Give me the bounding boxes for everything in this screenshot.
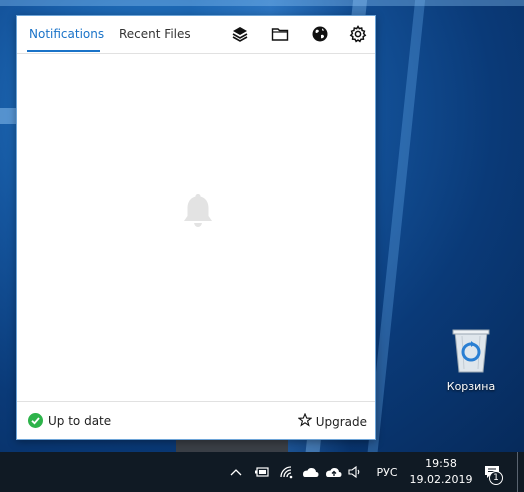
tab-recent-files[interactable]: Recent Files xyxy=(119,27,191,41)
layers-icon[interactable] xyxy=(231,25,249,43)
clock-date: 19.02.2019 xyxy=(409,473,473,486)
clock-time: 19:58 xyxy=(425,457,457,470)
window-behind-edge xyxy=(176,440,288,452)
onedrive-cloud-icon[interactable] xyxy=(299,452,321,492)
check-circle-icon xyxy=(28,413,43,428)
recycle-bin-icon xyxy=(437,326,505,378)
upgrade-label: Upgrade xyxy=(315,414,367,429)
notifications-panel: Notifications Recent Files Up to date Up… xyxy=(16,15,376,440)
wifi-icon[interactable] xyxy=(276,452,298,492)
panel-tab-bar: Notifications Recent Files xyxy=(17,16,375,54)
volume-icon[interactable] xyxy=(345,452,365,492)
input-language-indicator[interactable]: РУС xyxy=(370,452,404,492)
show-desktop-button[interactable] xyxy=(517,452,518,492)
gear-icon[interactable] xyxy=(349,25,367,43)
globe-icon[interactable] xyxy=(311,25,329,43)
status-text: Up to date xyxy=(48,413,112,428)
show-hidden-icons-chevron-icon[interactable] xyxy=(226,452,246,492)
cloud-sync-icon[interactable] xyxy=(322,452,344,492)
recycle-bin-desktop-icon[interactable]: Корзина xyxy=(437,326,505,393)
notifications-empty-area xyxy=(17,54,375,402)
taskbar-clock[interactable]: 19:58 19.02.2019 xyxy=(405,456,477,488)
star-icon xyxy=(297,412,313,430)
tab-notifications[interactable]: Notifications xyxy=(29,27,104,41)
bell-icon xyxy=(180,192,216,234)
sync-status: Up to date xyxy=(28,413,111,428)
taskbar: РУС 19:58 19.02.2019 1 xyxy=(0,452,524,492)
upgrade-button[interactable]: Upgrade xyxy=(297,412,367,430)
notification-count-badge: 1 xyxy=(489,471,503,485)
battery-icon[interactable] xyxy=(251,452,273,492)
active-tab-indicator xyxy=(27,50,100,52)
recycle-bin-label: Корзина xyxy=(446,380,496,393)
wallpaper-beam xyxy=(0,0,524,6)
panel-footer: Up to date Upgrade xyxy=(17,401,375,439)
folder-icon[interactable] xyxy=(271,25,289,43)
